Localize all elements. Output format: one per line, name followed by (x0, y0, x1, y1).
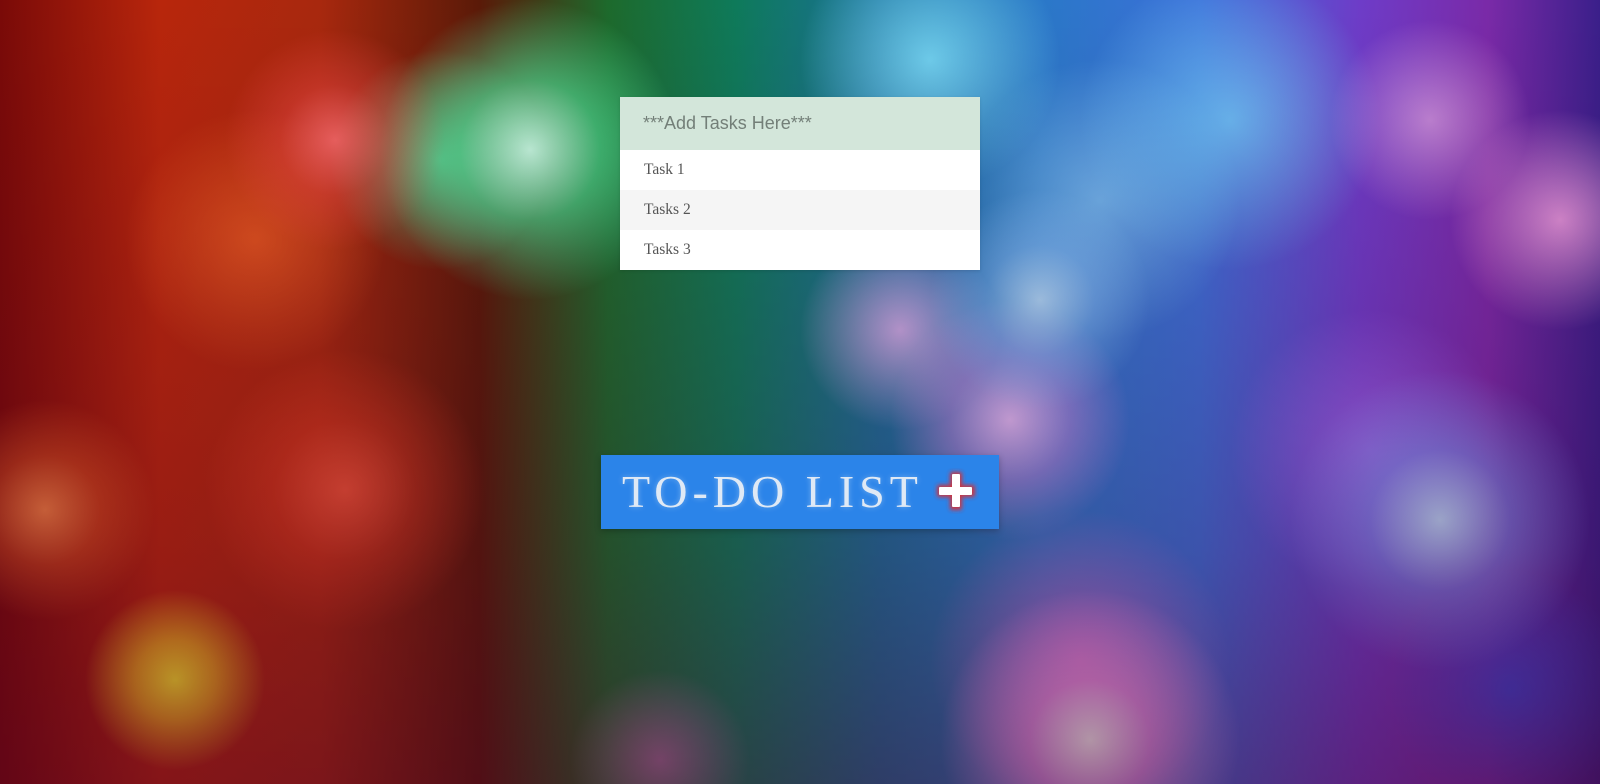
task-item-3[interactable]: Tasks 3 (620, 230, 980, 270)
task-item-1[interactable]: Task 1 (620, 150, 980, 190)
add-task-button[interactable] (933, 468, 979, 514)
task-panel: Task 1 Tasks 2 Tasks 3 (620, 97, 980, 270)
task-item-2[interactable]: Tasks 2 (620, 190, 980, 230)
plus-icon (937, 472, 975, 510)
task-list: Task 1 Tasks 2 Tasks 3 (620, 150, 980, 270)
app-title: TO-DO LIST (622, 466, 923, 517)
title-bar: TO-DO LIST (601, 455, 999, 529)
add-task-input[interactable] (620, 97, 980, 150)
